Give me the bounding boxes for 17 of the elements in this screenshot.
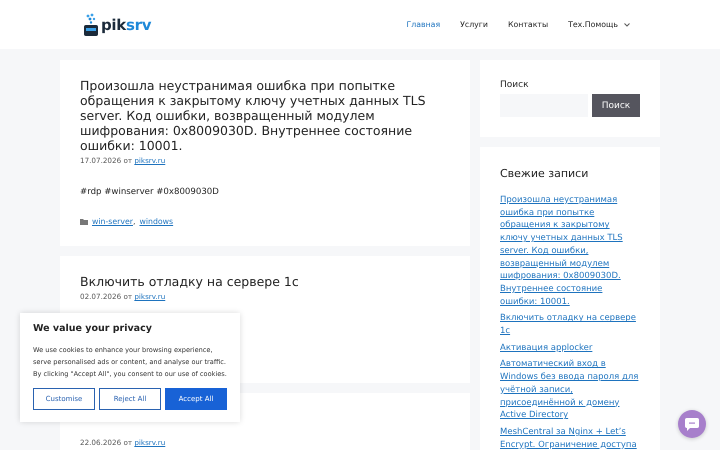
folder-icon [80,218,88,225]
cookie-title: We value your privacy [33,323,153,334]
chat-icon [685,418,699,430]
post-title[interactable]: Включить отладку на сервере 1с [80,274,450,289]
search-label: Поиск [500,80,530,90]
recent-post-link[interactable]: Включить отладку на сервере 1с [500,312,640,338]
widget-title: Свежие записи [500,167,590,180]
recent-post-link[interactable]: MeshCentral за Nginx + Let’s Encrypt. Ограничение доступа [500,426,640,450]
post-excerpt: #rdp #winserver #0x8009030D [80,187,220,197]
recent-post-link[interactable]: Произошла неустранимая ошибка при попытке обращения к закрытому ключу учетных данных TLS server. Код ошибки, возвращенный модулем шифрования: 0x8009030D. Внутреннее состояние ошибки: 10001. [500,194,640,308]
recent-post-link[interactable]: Автоматический вход в Windows без ввода пароля для учётной записи, присоединённой к домену Active Directory [500,358,640,422]
chat-button[interactable] [678,410,706,438]
post-title[interactable]: Произошла неустранимая ошибка при попытке обращения к закрытому ключу учетных данных TLS server. Код ошибки, возвращенный модулем шифрования: 0x8009030D. Внутреннее состояние ошибки: 10001. [80,78,450,153]
search-button[interactable]: Поиск [592,94,640,117]
recent-post-link[interactable]: Активация applocker [500,342,640,354]
logo-text[interactable]: piksrv [101,16,152,34]
logo-icon[interactable] [83,12,99,36]
